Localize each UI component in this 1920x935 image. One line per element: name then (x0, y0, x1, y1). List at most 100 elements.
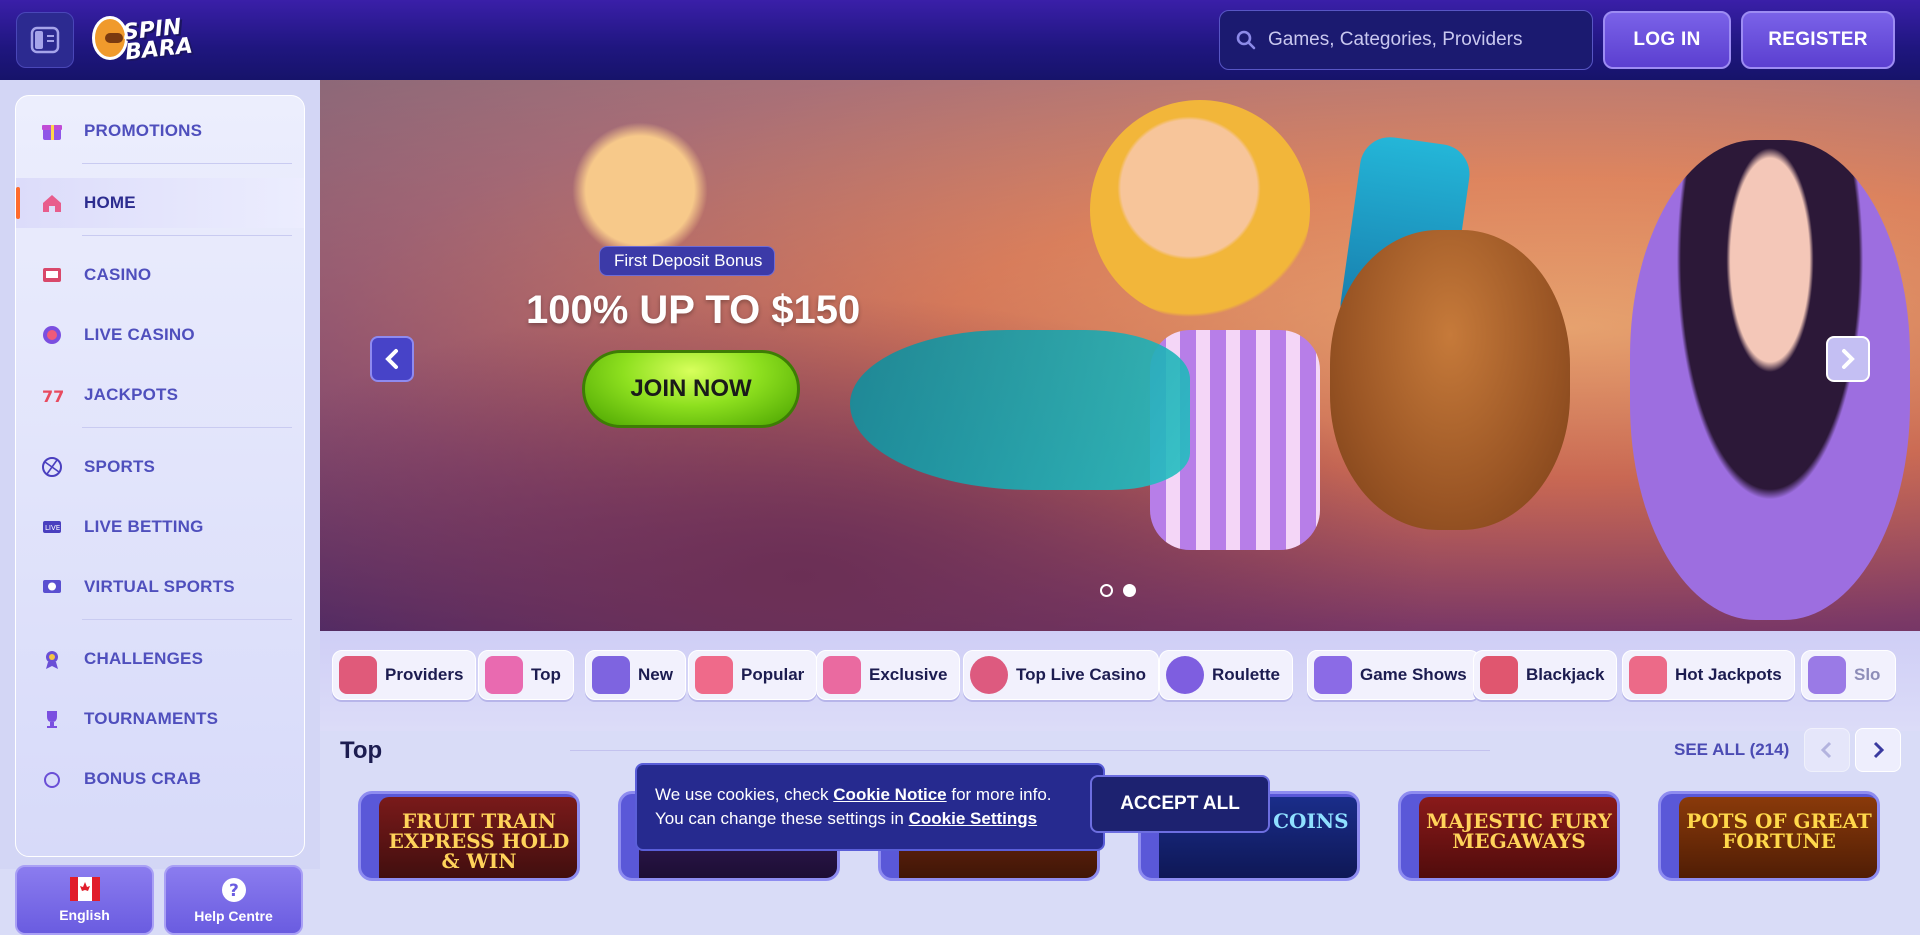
hero-headline: 100% UP TO $150 (526, 288, 861, 332)
sidebar-item-bonus-crab[interactable]: BONUS CRAB (16, 754, 304, 804)
lightning-icon (592, 656, 630, 694)
sidebar-nav: PROMOTIONS HOME CASINO LIVE CASINO 77 JA… (15, 95, 305, 857)
sidebar-item-label: PROMOTIONS (84, 121, 203, 140)
brand-logo[interactable]: SPIN BARA (92, 10, 232, 66)
chevron-right-icon (1873, 741, 1885, 759)
game-title: MAJESTIC FURY MEGAWAYS (1419, 797, 1617, 878)
sidebar-item-jackpots[interactable]: 77 JACKPOTS (16, 370, 304, 420)
category-hot-jackpots[interactable]: Hot Jackpots (1622, 650, 1795, 700)
sidebar-item-label: VIRTUAL SPORTS (84, 577, 235, 596)
sidebar-item-live-casino[interactable]: LIVE CASINO (16, 310, 304, 360)
game-title: POTS OF GREAT FORTUNE (1679, 797, 1877, 878)
sevens-icon: 77 (40, 383, 64, 407)
roulette-icon (1166, 656, 1204, 694)
book-icon (339, 656, 377, 694)
sidebar-item-label: JACKPOTS (84, 385, 179, 404)
category-bar: Providers Top New Popular Exclusive Top … (320, 631, 1920, 731)
category-blackjack[interactable]: Blackjack (1473, 650, 1618, 700)
search-icon (1236, 30, 1256, 50)
hero-banner[interactable]: First Deposit Bonus 100% UP TO $150 JOIN… (320, 80, 1920, 631)
carousel-prev-button[interactable] (1804, 728, 1850, 772)
slide-dot-active[interactable] (1123, 584, 1136, 597)
cookie-line-1: We use cookies, check Cookie Notice for … (655, 785, 1052, 805)
game-title: FRUIT TRAIN EXPRESS HOLD & WIN (379, 797, 577, 878)
category-top[interactable]: Top (478, 650, 574, 700)
cheerleader-brunette-illustration (1630, 140, 1910, 620)
poker-chip-icon (40, 323, 64, 347)
capybara-mascot-illustration (1330, 230, 1570, 530)
category-game-shows[interactable]: Game Shows (1307, 650, 1480, 700)
category-label: Slo (1854, 665, 1881, 684)
category-label: New (638, 665, 673, 684)
category-popular[interactable]: Popular (688, 650, 818, 700)
category-label: Exclusive (869, 665, 948, 684)
sidebar-item-live-betting[interactable]: LIVE LIVE BETTING (16, 502, 304, 552)
sidebar-item-sports[interactable]: SPORTS (16, 442, 304, 492)
svg-text:77: 77 (42, 387, 63, 406)
roulette-wheel-icon (970, 656, 1008, 694)
crown-icon (485, 656, 523, 694)
slide-dot[interactable] (1100, 584, 1113, 597)
category-label: Blackjack (1526, 665, 1605, 684)
sidebar-item-home[interactable]: HOME (16, 178, 304, 228)
category-new[interactable]: New (585, 650, 686, 700)
sidebar-item-casino[interactable]: CASINO (16, 250, 304, 300)
sidebar-item-tournaments[interactable]: TOURNAMENTS (16, 694, 304, 744)
svg-text:LIVE: LIVE (45, 524, 60, 532)
cookie-notice-link[interactable]: Cookie Notice (833, 785, 946, 804)
cookie-settings-link[interactable]: Cookie Settings (909, 809, 1037, 828)
crab-icon (40, 767, 64, 791)
nav-divider (82, 619, 292, 620)
help-centre-label: Help Centre (194, 908, 273, 924)
cheerleader-blonde-illustration (1090, 100, 1310, 320)
sidebar-toggle-icon (30, 26, 60, 54)
sidebar-item-label: LIVE CASINO (84, 325, 195, 344)
login-button[interactable]: LOG IN (1603, 11, 1731, 69)
language-label: English (59, 907, 110, 923)
hero-prev-button[interactable] (370, 336, 414, 382)
ball-icon (40, 455, 64, 479)
search-input[interactable]: Games, Categories, Providers (1219, 10, 1593, 70)
game-tile[interactable]: FRUIT TRAIN EXPRESS HOLD & WIN (358, 791, 580, 881)
sidebar-item-label: BONUS CRAB (84, 769, 202, 788)
join-now-button[interactable]: JOIN NOW (582, 350, 800, 428)
cookie-text: for more info. (946, 785, 1052, 804)
category-providers[interactable]: Providers (332, 650, 477, 700)
category-slots[interactable]: Slo (1801, 650, 1896, 700)
hero-next-button[interactable] (1826, 336, 1870, 382)
help-icon: ? (221, 878, 246, 902)
playing-cards-icon (1480, 656, 1518, 694)
sidebar-item-virtual-sports[interactable]: VIRTUAL SPORTS (16, 562, 304, 612)
language-button[interactable]: English (15, 865, 154, 935)
cookie-line-2: You can change these settings in Cookie … (655, 809, 1037, 829)
category-label: Providers (385, 665, 464, 684)
sidebar-item-promotions[interactable]: PROMOTIONS (16, 106, 304, 156)
top-bar: SPIN BARA Games, Categories, Providers L… (0, 0, 1920, 80)
category-label: Popular (741, 665, 805, 684)
category-exclusive[interactable]: Exclusive (816, 650, 961, 700)
sidebar-item-challenges[interactable]: CHALLENGES (16, 634, 304, 684)
help-centre-button[interactable]: ? Help Centre (164, 865, 303, 935)
slots-icon (1808, 656, 1846, 694)
register-button[interactable]: REGISTER (1741, 11, 1895, 69)
trophy-icon (40, 707, 64, 731)
first-deposit-badge: First Deposit Bonus (599, 246, 776, 276)
game-tile[interactable]: POTS OF GREAT FORTUNE (1658, 791, 1880, 881)
sidebar-item-label: TOURNAMENTS (84, 709, 219, 728)
cookie-text: We use cookies, check (655, 785, 834, 804)
microphone-icon (1314, 656, 1352, 694)
category-roulette[interactable]: Roulette (1159, 650, 1293, 700)
sidebar-toggle-button[interactable] (16, 12, 74, 68)
nav-divider (82, 427, 292, 428)
cookie-text: You can change these settings in (655, 809, 909, 828)
category-label: Roulette (1212, 665, 1280, 684)
game-tile[interactable]: MAJESTIC FURY MEGAWAYS (1398, 791, 1620, 881)
see-all-link[interactable]: SEE ALL (214) (1674, 740, 1789, 760)
accept-all-button[interactable]: ACCEPT ALL (1090, 775, 1270, 833)
category-top-live-casino[interactable]: Top Live Casino (963, 650, 1160, 700)
gift-icon (40, 119, 64, 143)
canada-flag-icon (69, 877, 100, 901)
live-tv-icon: LIVE (40, 515, 64, 539)
sidebar-item-label: SPORTS (84, 457, 156, 476)
carousel-next-button[interactable] (1855, 728, 1901, 772)
